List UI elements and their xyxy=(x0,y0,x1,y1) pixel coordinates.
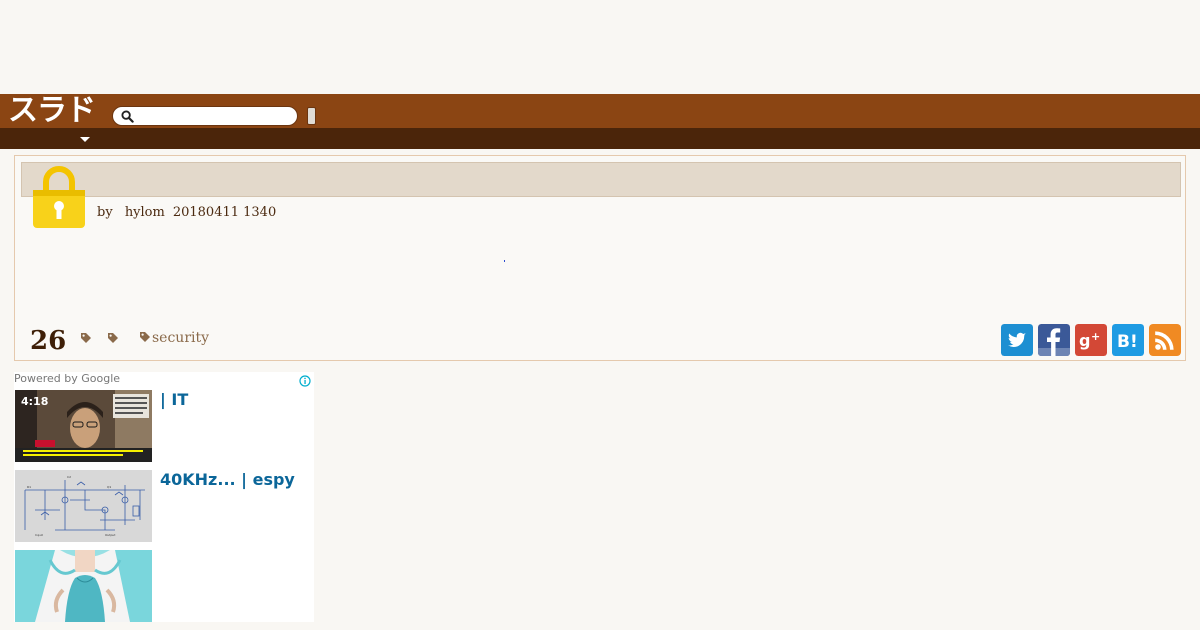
ad-title[interactable]: 40KHz... | espy xyxy=(160,470,300,489)
nav-bar xyxy=(0,128,1200,149)
search-input[interactable] xyxy=(141,108,291,124)
ad-block: Powered by Google 4:18 | IT R1 C2 Q1 Inp… xyxy=(14,372,314,622)
tag-icon xyxy=(140,332,150,342)
svg-text:Q1: Q1 xyxy=(107,485,111,489)
chevron-down-icon[interactable] xyxy=(78,134,92,144)
tag-security[interactable]: security xyxy=(139,330,209,346)
google-plus-icon[interactable]: g + xyxy=(1075,324,1107,356)
lock-icon[interactable] xyxy=(33,164,85,228)
svg-text:+: + xyxy=(1091,330,1100,343)
ad-title[interactable]: | IT xyxy=(160,390,300,409)
info-icon[interactable] xyxy=(299,375,311,387)
anime-character-image[interactable] xyxy=(15,550,152,622)
search-button[interactable] xyxy=(307,107,316,125)
svg-text:Output: Output xyxy=(105,533,116,537)
story-byline: by hylom 20180411 1340 xyxy=(97,205,284,220)
ad-item[interactable]: R1 C2 Q1 Input Output 40KHz... | espy xyxy=(15,470,305,542)
content-marker xyxy=(504,260,505,262)
tag-icon[interactable] xyxy=(107,332,119,344)
comment-count[interactable]: 26 xyxy=(30,326,66,356)
story-card: by hylom 20180411 1340 26 security g + B! xyxy=(14,155,1186,361)
svg-text:R1: R1 xyxy=(27,485,31,489)
twitter-icon[interactable] xyxy=(1001,324,1033,356)
svg-text:C2: C2 xyxy=(67,475,71,479)
post-datetime: 20180411 1340 xyxy=(172,205,277,220)
circuit-diagram-image[interactable]: R1 C2 Q1 Input Output xyxy=(15,470,152,542)
tag-icon[interactable] xyxy=(80,332,92,344)
search-icon xyxy=(121,110,134,123)
top-header-bar: スラド xyxy=(0,94,1200,128)
hatena-bookmark-icon[interactable]: B! xyxy=(1112,324,1144,356)
site-logo[interactable]: スラド xyxy=(8,96,96,126)
search-box[interactable] xyxy=(112,106,298,126)
powered-by-google: Powered by Google xyxy=(14,372,121,385)
story-title-bar xyxy=(21,162,1181,197)
rss-icon[interactable] xyxy=(1149,324,1181,356)
ad-item[interactable] xyxy=(15,550,305,622)
ad-item[interactable]: 4:18 | IT xyxy=(15,390,305,462)
facebook-icon[interactable] xyxy=(1038,324,1070,356)
svg-text:g: g xyxy=(1079,331,1090,350)
byline-prefix: by xyxy=(97,205,113,220)
video-duration: 4:18 xyxy=(21,395,48,408)
svg-text:Input: Input xyxy=(35,533,44,537)
tag-label: security xyxy=(152,330,210,346)
video-thumbnail-image[interactable]: 4:18 xyxy=(15,390,152,462)
svg-text:B!: B! xyxy=(1117,332,1138,352)
author-link[interactable]: hylom xyxy=(125,205,165,220)
